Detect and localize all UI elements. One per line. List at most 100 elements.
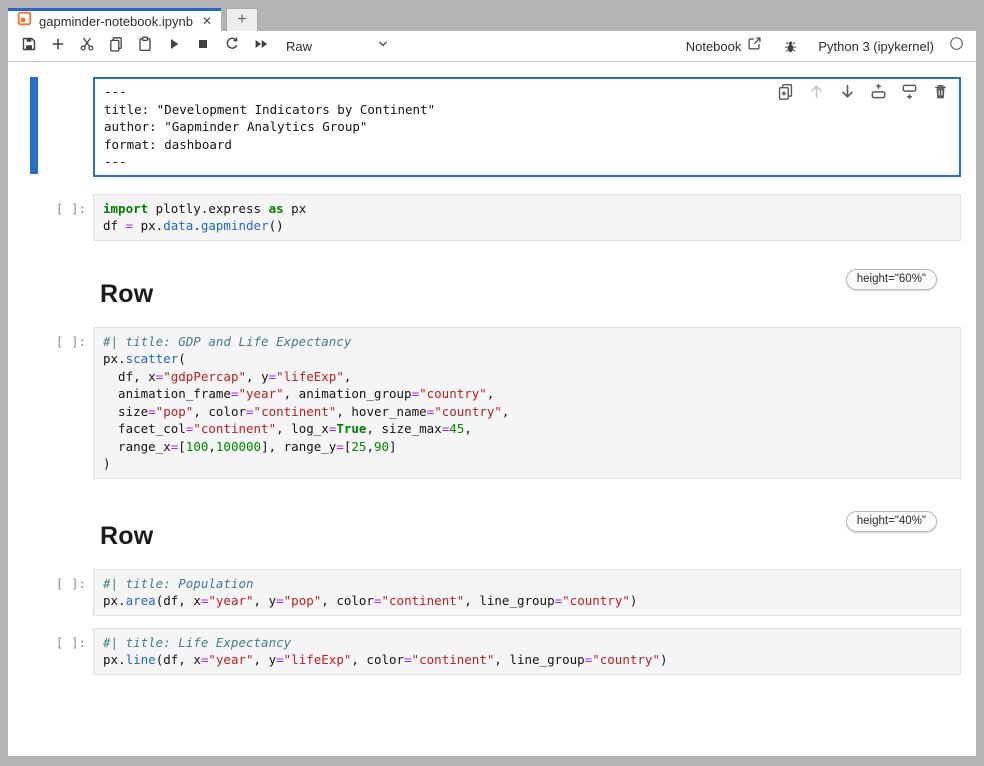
token-op: = xyxy=(148,404,156,419)
insert-below-button[interactable] xyxy=(900,85,918,103)
delete-button[interactable] xyxy=(931,85,949,103)
token-plain: . xyxy=(193,218,201,233)
cut-button[interactable] xyxy=(74,34,100,58)
code-line: range_x=[100,100000], range_y=[25,90] xyxy=(103,438,951,456)
paste-button[interactable] xyxy=(132,34,158,58)
stop-icon xyxy=(195,36,211,57)
external-link-icon xyxy=(747,36,762,56)
token-plain: plotly.express xyxy=(148,201,268,216)
token-plain: px. xyxy=(133,218,163,233)
token-op: = xyxy=(412,386,420,401)
tab-title: gapminder-notebook.ipynb xyxy=(39,14,193,29)
code-line: #| title: Life Expectancy xyxy=(103,634,951,652)
chevron-down-icon xyxy=(376,37,390,56)
cell-type-select[interactable]: Raw xyxy=(286,37,390,56)
token-plain: [ xyxy=(178,439,186,454)
stop-button[interactable] xyxy=(190,34,216,58)
move-up-icon xyxy=(808,83,825,105)
token-plain: px xyxy=(284,201,307,216)
token-str: "gdpPercap" xyxy=(163,369,246,384)
move-up-button[interactable] xyxy=(807,85,825,103)
markdown-cell[interactable]: Rowheight="40%" xyxy=(93,509,961,553)
save-button[interactable] xyxy=(16,34,42,58)
code-line: #| title: Population xyxy=(103,575,951,593)
cell-prompt: [ ]: xyxy=(28,635,86,650)
token-fn: gapminder xyxy=(201,218,269,233)
token-plain: , xyxy=(208,439,216,454)
duplicate-button[interactable] xyxy=(776,85,794,103)
code-cell[interactable]: [ ]:import plotly.express as pxdf = px.d… xyxy=(93,194,961,241)
code-cell[interactable]: [ ]:#| title: Life Expectancypx.line(df,… xyxy=(93,628,961,675)
new-tab-button[interactable]: + xyxy=(226,8,258,31)
token-plain: () xyxy=(269,218,284,233)
token-plain: , line_group xyxy=(464,593,554,608)
move-down-button[interactable] xyxy=(838,85,856,103)
token-plain: px. xyxy=(103,593,126,608)
debugger-bug-icon[interactable] xyxy=(777,34,803,58)
token-plain: df, x xyxy=(103,369,156,384)
token-num: 25 xyxy=(351,439,366,454)
token-str: "year" xyxy=(208,652,253,667)
raw-cell[interactable]: ---title: "Development Indicators by Con… xyxy=(93,77,961,177)
code-line: import plotly.express as px xyxy=(103,200,951,218)
token-fn: area xyxy=(126,593,156,608)
code-line: size="pop", color="continent", hover_nam… xyxy=(103,403,951,421)
notebook-toolbar: Raw Notebook Python 3 (ipykernel) xyxy=(8,31,976,62)
close-icon[interactable]: ✕ xyxy=(202,14,212,28)
token-plain: --- xyxy=(104,84,127,99)
kernel-status-circle-icon[interactable] xyxy=(949,36,964,56)
restart-button[interactable] xyxy=(219,34,245,58)
cell-type-value: Raw xyxy=(286,39,312,54)
cell-list: ---title: "Development Indicators by Con… xyxy=(93,77,961,675)
kernel-name[interactable]: Python 3 (ipykernel) xyxy=(818,39,934,54)
notebook-view-switch[interactable]: Notebook xyxy=(686,36,763,56)
token-plain: (df, x xyxy=(156,593,201,608)
code-line: --- xyxy=(104,153,950,171)
save-icon xyxy=(21,36,37,57)
token-plain: , color xyxy=(351,652,404,667)
code-cell[interactable]: [ ]:#| title: GDP and Life Expectancypx.… xyxy=(93,327,961,479)
fast-forward-icon xyxy=(253,36,269,57)
token-plain: , animation_group xyxy=(284,386,412,401)
active-cell-collapser[interactable] xyxy=(30,77,38,174)
paste-icon xyxy=(137,36,153,57)
add-button[interactable] xyxy=(45,34,71,58)
code-cell[interactable]: [ ]:#| title: Populationpx.area(df, x="y… xyxy=(93,569,961,616)
fast-forward-button[interactable] xyxy=(248,34,274,58)
restart-icon xyxy=(224,36,240,57)
token-str: "country" xyxy=(592,652,660,667)
token-num: 90 xyxy=(374,439,389,454)
token-plain: ) xyxy=(630,593,638,608)
token-fn: line xyxy=(126,652,156,667)
code-line: #| title: GDP and Life Expectancy xyxy=(103,333,951,351)
cell-toolbar xyxy=(776,85,949,103)
insert-above-button[interactable] xyxy=(869,85,887,103)
code-line: facet_col="continent", log_x=True, size_… xyxy=(103,420,951,438)
cut-icon xyxy=(79,36,95,57)
run-button[interactable] xyxy=(161,34,187,58)
duplicate-icon xyxy=(777,83,794,105)
token-fn: data xyxy=(163,218,193,233)
toolbar-left-buttons xyxy=(16,34,274,58)
token-op: = xyxy=(126,218,134,233)
markdown-cell[interactable]: Rowheight="60%" xyxy=(93,267,961,311)
token-plain: --- xyxy=(104,154,127,169)
tab-bar: gapminder-notebook.ipynb ✕ + xyxy=(8,8,976,31)
tab-gapminder-notebook[interactable]: gapminder-notebook.ipynb ✕ xyxy=(8,8,221,31)
token-fn: scatter xyxy=(126,351,179,366)
token-plain: , color xyxy=(321,593,374,608)
token-plain: , xyxy=(464,421,472,436)
code-line: animation_frame="year", animation_group=… xyxy=(103,385,951,403)
token-op: = xyxy=(246,404,254,419)
delete-icon xyxy=(932,83,949,105)
token-op: = xyxy=(276,652,284,667)
token-op: = xyxy=(269,369,277,384)
token-str: "year" xyxy=(208,593,253,608)
token-str: "continent" xyxy=(193,421,276,436)
token-str: "pop" xyxy=(284,593,322,608)
copy-button[interactable] xyxy=(103,34,129,58)
code-line: df = px.data.gapminder() xyxy=(103,217,951,235)
row-heading: Row xyxy=(100,267,961,309)
code-line: author: "Gapminder Analytics Group" xyxy=(104,118,950,136)
move-down-icon xyxy=(839,83,856,105)
